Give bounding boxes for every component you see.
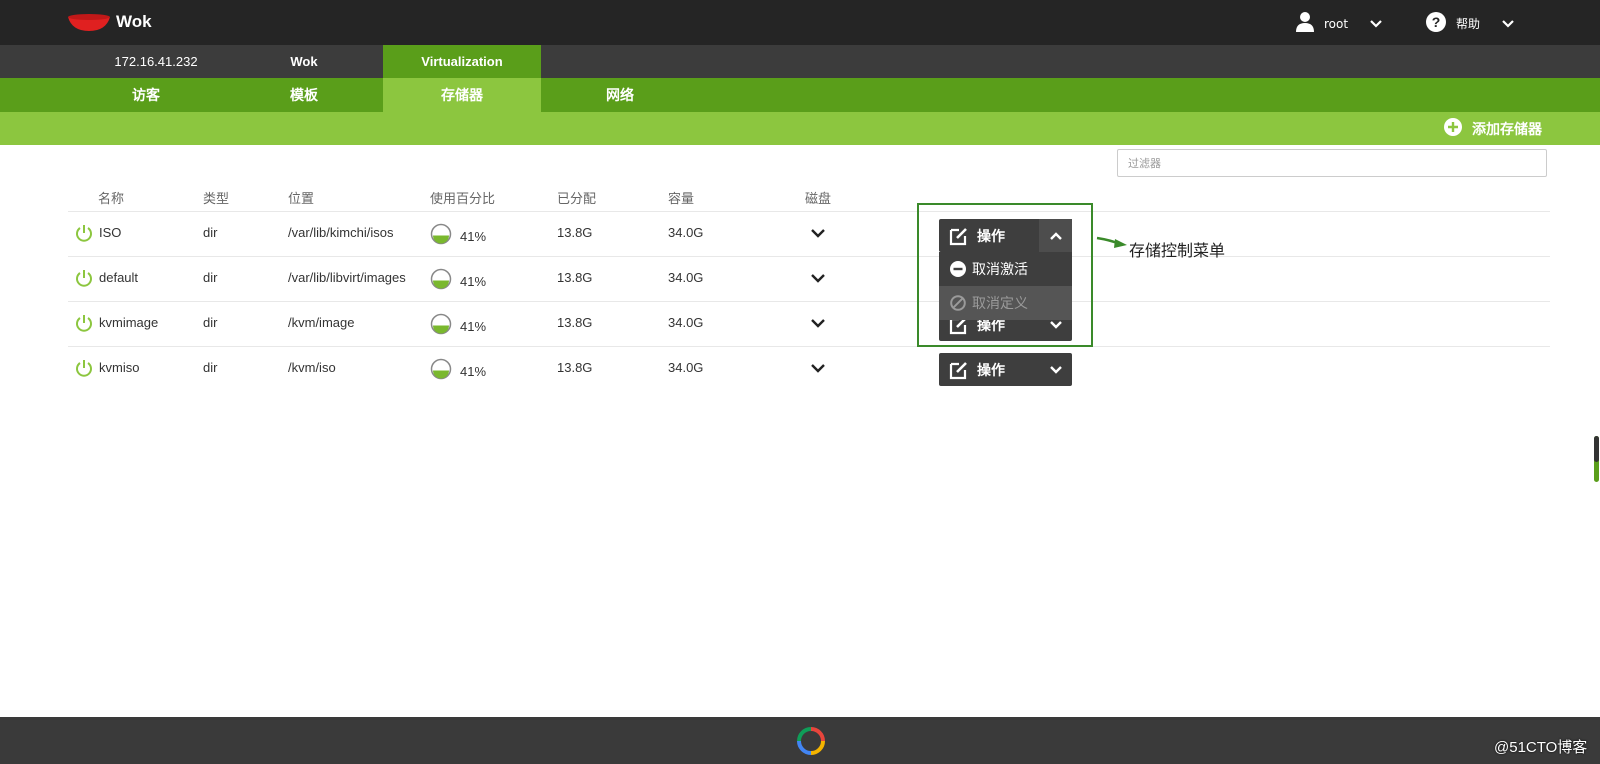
row-location: /kvm/iso xyxy=(288,360,336,375)
logo-text: Wok xyxy=(116,12,152,31)
usage-gauge-icon xyxy=(430,223,452,249)
user-menu[interactable]: root xyxy=(1296,12,1382,35)
row-capacity: 34.0G xyxy=(668,315,704,330)
power-icon[interactable] xyxy=(75,224,93,246)
col-usage[interactable]: 使用百分比 xyxy=(430,188,495,207)
col-type[interactable]: 类型 xyxy=(203,188,229,207)
disk-expand-icon[interactable] xyxy=(811,227,825,242)
row-type: dir xyxy=(203,270,218,285)
plus-circle-icon xyxy=(1444,118,1462,140)
row-name: kvmiso xyxy=(99,360,140,375)
disk-expand-icon[interactable] xyxy=(811,272,825,287)
chevron-down-icon xyxy=(1050,363,1062,378)
annotation-arrow-icon xyxy=(1096,236,1128,254)
usage-value: 41% xyxy=(460,273,487,289)
row-allocated: 13.8G xyxy=(557,360,593,375)
filter-input[interactable] xyxy=(1117,149,1547,177)
footer-logo-icon xyxy=(797,727,825,759)
tab-storage[interactable]: 存储器 xyxy=(383,78,541,112)
add-storage-label: 添加存储器 xyxy=(1472,122,1542,138)
disk-expand-icon[interactable] xyxy=(811,362,825,377)
chevron-down-icon xyxy=(1370,17,1382,31)
wok-logo-icon xyxy=(68,11,110,33)
help-label: 帮助 xyxy=(1456,17,1481,31)
usage-value: 41% xyxy=(460,228,487,244)
add-storage-button[interactable]: 添加存储器 xyxy=(1444,118,1542,140)
disk-expand-icon[interactable] xyxy=(811,317,825,332)
chevron-down-icon xyxy=(1502,17,1514,31)
row-name: ISO xyxy=(99,225,122,240)
usage-gauge-icon xyxy=(430,358,452,384)
row-type: dir xyxy=(203,360,218,375)
table-row: kvmiso dir /kvm/iso 41% 13.8G 34.0G xyxy=(68,346,1550,391)
table-row: kvmimage dir /kvm/image 41% 13.8G 34.0G xyxy=(68,301,1550,346)
annotation-text: 存储控制菜单 xyxy=(1129,241,1226,260)
row-name: default xyxy=(99,270,139,285)
action-bar: 添加存储器 xyxy=(0,112,1600,145)
row-type: dir xyxy=(203,315,218,330)
row-location: /kvm/image xyxy=(288,315,355,330)
row-location: /var/lib/libvirt/images xyxy=(288,270,406,285)
row-location: /var/lib/kimchi/isos xyxy=(288,225,394,240)
help-icon: ? xyxy=(1426,12,1446,35)
wok-logo[interactable]: Wok xyxy=(68,8,152,36)
user-icon xyxy=(1296,12,1314,35)
usage-value: 41% xyxy=(460,318,487,334)
actions-label: 操作 xyxy=(977,362,1005,379)
usage-value: 41% xyxy=(460,363,487,379)
row-allocated: 13.8G xyxy=(557,315,593,330)
tab-guests[interactable]: 访客 xyxy=(67,78,225,112)
scrollbar[interactable] xyxy=(1594,436,1599,482)
svg-text:?: ? xyxy=(1432,14,1441,30)
row-type: dir xyxy=(203,225,218,240)
host-nav: 172.16.41.232 Wok Virtualization xyxy=(0,45,1600,78)
table-row: ISO dir /var/lib/kimchi/isos 41% 13.8G 3… xyxy=(68,211,1550,256)
tab-network[interactable]: 网络 xyxy=(541,78,699,112)
row-capacity: 34.0G xyxy=(668,360,704,375)
col-location[interactable]: 位置 xyxy=(288,188,314,207)
table-row: default dir /var/lib/libvirt/images 41% … xyxy=(68,256,1550,301)
tab-host[interactable]: 172.16.41.232 xyxy=(77,45,235,78)
footer xyxy=(0,717,1600,764)
col-name[interactable]: 名称 xyxy=(98,188,124,207)
edit-icon xyxy=(949,360,969,380)
annotation-highlight-box xyxy=(917,203,1093,347)
row-capacity: 34.0G xyxy=(668,270,704,285)
usage-indicator: 41% xyxy=(430,268,486,294)
user-label: root xyxy=(1324,16,1349,31)
row-name: kvmimage xyxy=(99,315,159,330)
tab-templates[interactable]: 模板 xyxy=(225,78,383,112)
col-capacity[interactable]: 容量 xyxy=(668,188,694,207)
power-icon[interactable] xyxy=(75,269,93,291)
row-capacity: 34.0G xyxy=(668,225,704,240)
watermark: @51CTO博客 xyxy=(1494,739,1588,756)
col-disk[interactable]: 磁盘 xyxy=(805,188,831,207)
top-bar: Wok root ? 帮助 xyxy=(0,0,1600,45)
usage-indicator: 41% xyxy=(430,358,486,384)
usage-indicator: 41% xyxy=(430,313,486,339)
help-menu[interactable]: ? 帮助 xyxy=(1426,12,1514,35)
power-icon[interactable] xyxy=(75,314,93,336)
usage-indicator: 41% xyxy=(430,223,486,249)
col-allocated[interactable]: 已分配 xyxy=(557,188,596,207)
table-header: 名称 类型 位置 使用百分比 已分配 容量 磁盘 xyxy=(0,186,1600,210)
row-allocated: 13.8G xyxy=(557,225,593,240)
usage-gauge-icon xyxy=(430,313,452,339)
sub-nav: 访客 模板 存储器 网络 xyxy=(0,78,1600,112)
actions-button[interactable]: 操作 xyxy=(939,353,1072,386)
power-icon[interactable] xyxy=(75,359,93,381)
row-allocated: 13.8G xyxy=(557,270,593,285)
tab-virtualization[interactable]: Virtualization xyxy=(383,45,541,78)
usage-gauge-icon xyxy=(430,268,452,294)
tab-wok[interactable]: Wok xyxy=(225,45,383,78)
